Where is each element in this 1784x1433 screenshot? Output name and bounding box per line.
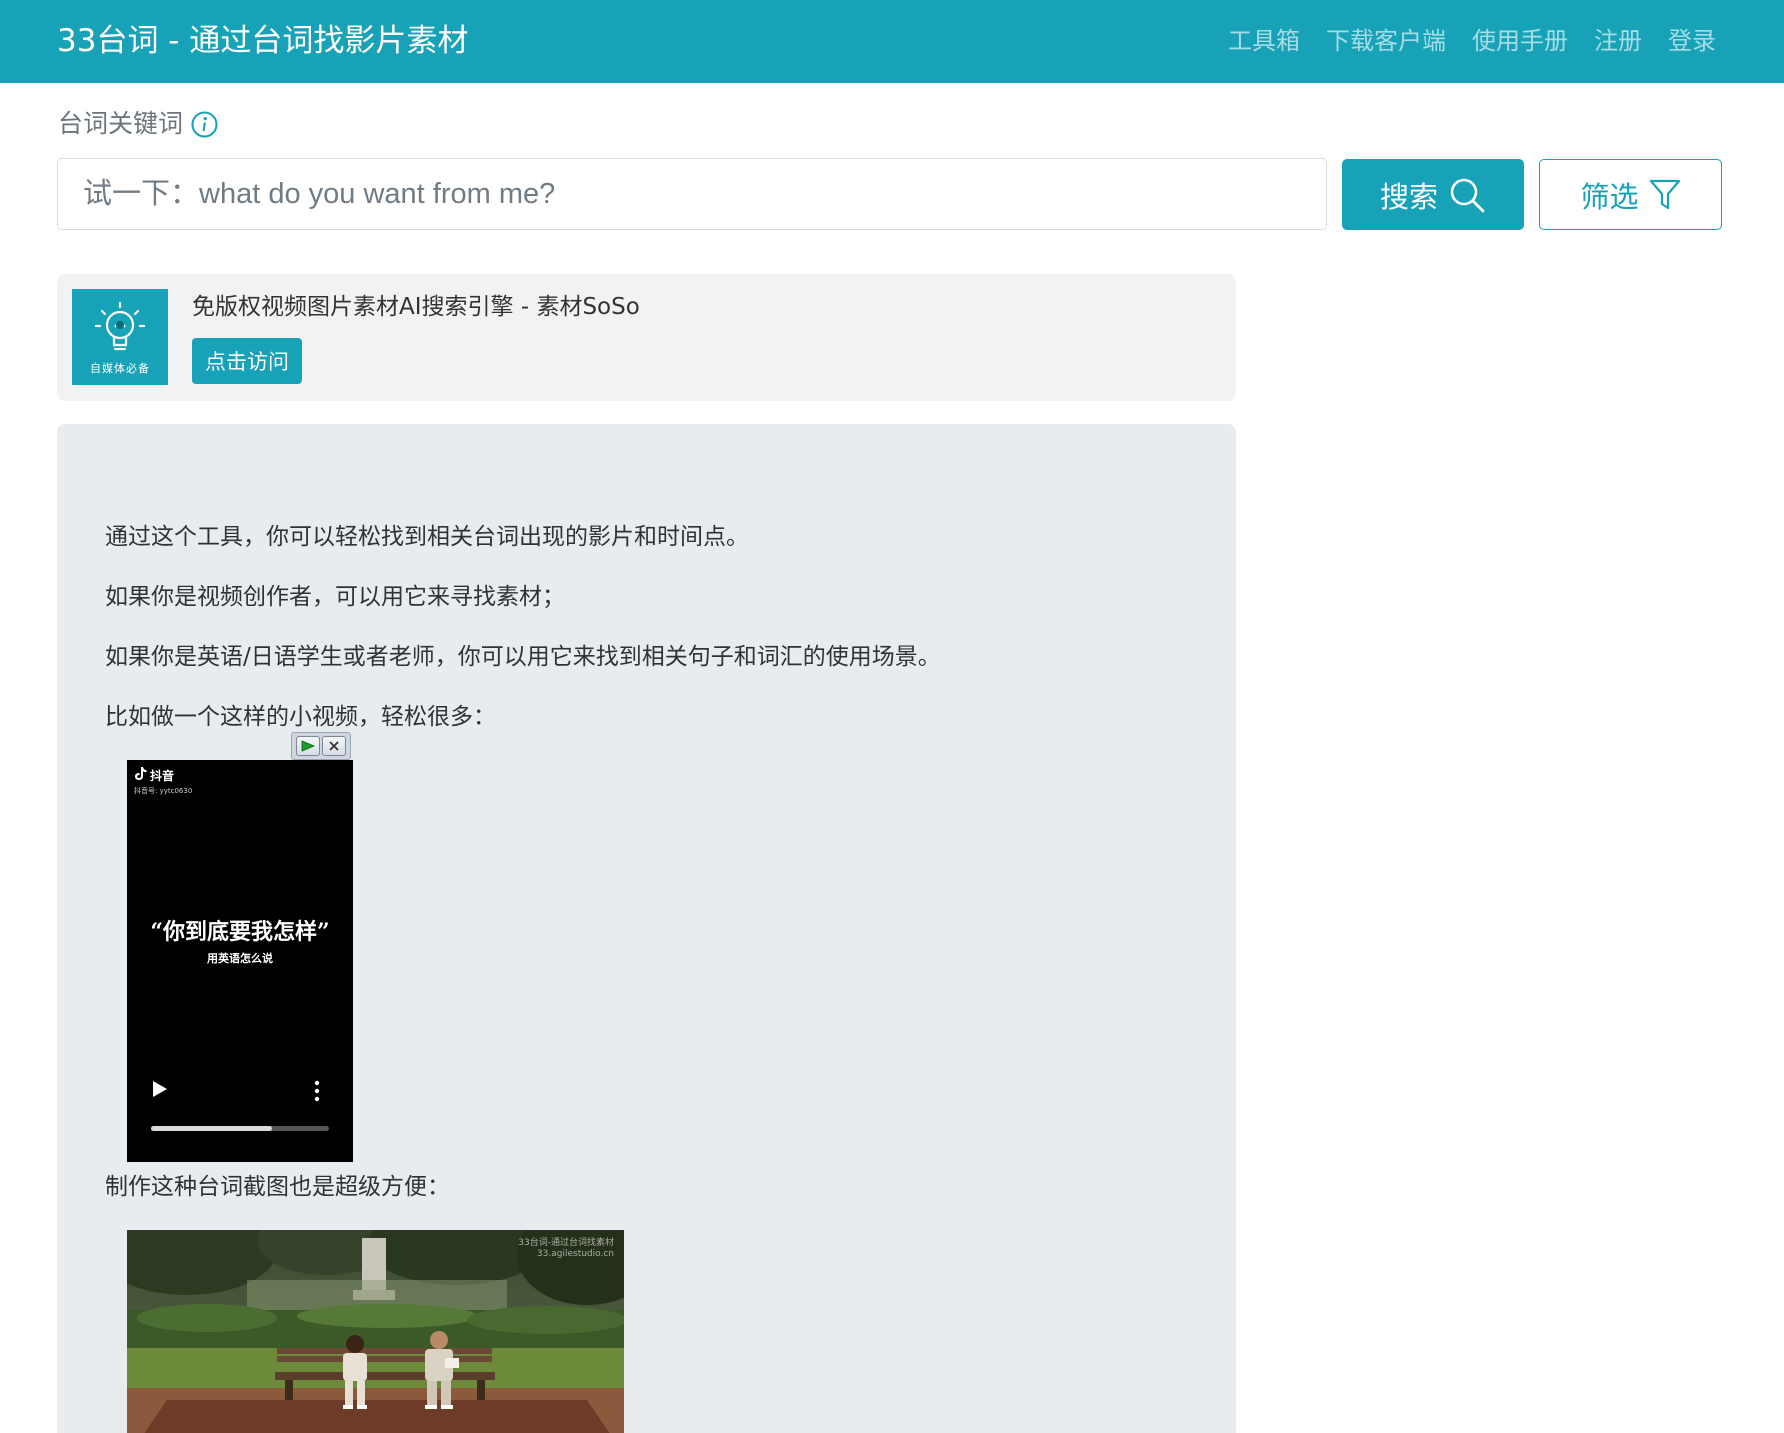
play-button-icon[interactable] — [152, 1080, 168, 1098]
video-title: “你到底要我怎样” — [150, 919, 330, 945]
close-icon[interactable] — [322, 736, 346, 756]
douyin-account-id: 抖音号: yytc0630 — [134, 787, 193, 795]
nav-link-login[interactable]: 登录 — [1668, 22, 1716, 60]
movie-screenshot-image: 33台词-通过台词找素材 33.agilestudio.cn — [127, 1230, 624, 1433]
video-thumbnail[interactable]: 抖音 抖音号: yytc0630 “你到底要我怎样” 用英语怎么说 — [127, 760, 353, 1162]
nav-link-download-client[interactable]: 下载客户端 — [1326, 22, 1446, 60]
watermark-line: 33.agilestudio.cn — [536, 1249, 614, 1259]
intro-paragraph: 比如做一个这样的小视频，轻松很多： — [105, 704, 496, 730]
screenshot-caption: 制作这种台词截图也是超级方便： — [105, 1174, 450, 1200]
search-button-label: 搜索 — [1379, 181, 1438, 214]
search-input[interactable] — [57, 158, 1327, 230]
play-icon[interactable] — [296, 736, 320, 756]
video-subtitle: 用英语怎么说 — [207, 952, 273, 965]
filter-button-label: 筛选 — [1580, 181, 1639, 214]
ad-card: 自媒体必备 免版权视频图片素材AI搜索引擎 - 素材SoSo 点击访问 — [57, 274, 1236, 401]
nav-link-register[interactable]: 注册 — [1594, 22, 1642, 60]
intro-paragraph: 如果你是视频创作者，可以用它来寻找素材； — [105, 584, 565, 610]
douyin-header: 抖音 抖音号: yytc0630 — [134, 766, 192, 796]
info-icon[interactable] — [191, 111, 218, 138]
video-progress-bar[interactable] — [151, 1126, 329, 1131]
video-progress-fill — [151, 1126, 273, 1131]
nav-link-toolbox[interactable]: 工具箱 — [1228, 22, 1300, 60]
site-brand[interactable]: 33台词 - 通过台词找影片素材 — [57, 20, 468, 62]
video-embed-controls — [291, 732, 351, 760]
intro-panel: 通过这个工具，你可以轻松找到相关台词出现的影片和时间点。 如果你是视频创作者，可… — [57, 424, 1236, 1433]
search-icon — [1448, 176, 1486, 214]
navbar: 33台词 - 通过台词找影片素材 工具箱 下载客户端 使用手册 注册 登录 — [0, 0, 1784, 83]
screenshot-watermark: 33台词-通过台词找素材 33.agilestudio.cn — [518, 1238, 614, 1260]
keyword-label-row: 台词关键词 — [58, 106, 218, 142]
watermark-line: 33台词-通过台词找素材 — [518, 1238, 614, 1248]
nav-links: 工具箱 下载客户端 使用手册 注册 登录 — [1228, 22, 1716, 60]
search-button[interactable]: 搜索 — [1342, 159, 1524, 230]
douyin-logo-icon — [134, 766, 147, 784]
intro-paragraph: 通过这个工具，你可以轻松找到相关台词出现的影片和时间点。 — [105, 524, 749, 550]
ad-title[interactable]: 免版权视频图片素材AI搜索引擎 - 素材SoSo — [192, 290, 640, 324]
intro-paragraph: 如果你是英语/日语学生或者老师，你可以用它来找到相关句子和词汇的使用场景。 — [105, 644, 941, 670]
filter-button[interactable]: 筛选 — [1539, 159, 1722, 230]
ad-logo[interactable]: 自媒体必备 — [72, 289, 168, 385]
visit-button[interactable]: 点击访问 — [192, 338, 302, 384]
keyword-label: 台词关键词 — [58, 109, 184, 138]
more-options-icon[interactable] — [312, 1080, 322, 1102]
douyin-app-name: 抖音 — [150, 768, 175, 783]
ad-logo-text: 自媒体必备 — [90, 362, 150, 375]
nav-link-user-manual[interactable]: 使用手册 — [1472, 22, 1568, 60]
filter-icon — [1649, 178, 1681, 212]
